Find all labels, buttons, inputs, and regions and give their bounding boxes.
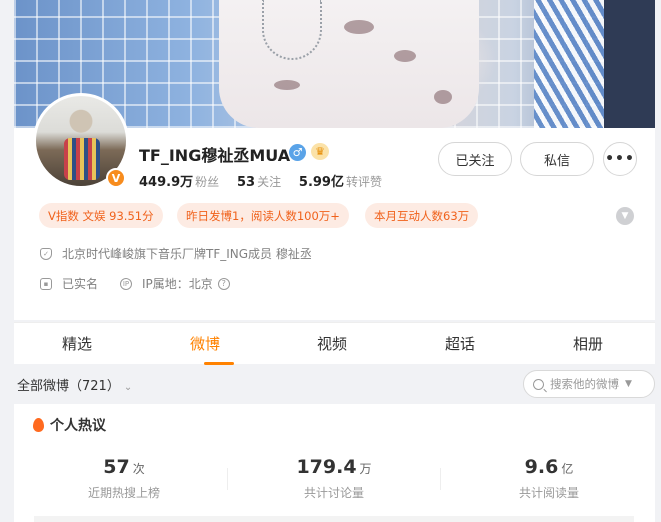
- search-icon: [533, 378, 544, 390]
- cover-print: [274, 80, 300, 90]
- hot-search-metric: 57 次 近期热搜上榜: [34, 456, 214, 501]
- cover-dark-area: [604, 0, 655, 128]
- personal-hot-panel: 个人热议 57 次 近期热搜上榜 179.4 万 共计讨论量 9.6 亿 共计阅读量: [14, 404, 655, 522]
- tab-video[interactable]: 视频: [317, 333, 347, 354]
- expand-chevron-icon[interactable]: ▼: [616, 207, 634, 225]
- reads-metric: 9.6 亿 共计阅读量: [459, 456, 639, 501]
- help-icon[interactable]: ?: [217, 277, 230, 290]
- weibo-filter-dropdown[interactable]: 全部微博（721） ⌄: [17, 375, 132, 394]
- chevron-down-icon[interactable]: ▼: [625, 379, 632, 389]
- following-label: 关注: [257, 175, 282, 189]
- metric-label: 近期热搜上榜: [87, 486, 160, 500]
- yesterday-post-tag[interactable]: 昨日发博1，阅读人数100万+: [177, 203, 349, 228]
- avatar-scarf: [64, 138, 100, 180]
- verified-badge-icon: V: [106, 168, 126, 188]
- shield-icon: ✓: [40, 247, 52, 260]
- v-index-tag[interactable]: V指数 文娱 93.51分: [39, 203, 163, 228]
- following-stat[interactable]: 53 关注: [236, 175, 282, 190]
- flame-icon: [33, 418, 44, 432]
- metric-unit: 亿: [561, 462, 574, 476]
- search-input[interactable]: 搜索他的微博 ▼: [523, 370, 655, 398]
- bio-row: ✓ 北京时代峰峻旗下音乐厂牌TF_ING成员 穆祉丞: [40, 245, 312, 262]
- metric-unit: 次: [132, 462, 145, 476]
- likes-label: 转评赞: [345, 175, 382, 189]
- metric-value: 57: [103, 456, 130, 478]
- cover-print: [394, 50, 416, 62]
- more-options-button[interactable]: •••: [603, 142, 637, 176]
- followers-count: 449.9万: [139, 175, 194, 190]
- profile-name: TF_ING穆祉丞MUA: [139, 146, 291, 165]
- bio-text: 北京时代峰峻旗下音乐厂牌TF_ING成员 穆祉丞: [62, 247, 312, 261]
- followed-button[interactable]: 已关注: [438, 142, 512, 176]
- metric-unit: 万: [359, 462, 372, 476]
- profile-tabs: 精选 微博 视频 超话 相册: [14, 322, 655, 365]
- meta-row: ▪ 已实名 IP IP属地：北京 ?: [40, 275, 230, 292]
- crown-icon[interactable]: ♛: [311, 143, 329, 160]
- profile-stats: 449.9万 粉丝 53 关注 5.99亿 转评赞: [139, 171, 396, 190]
- active-tab-indicator: [204, 362, 234, 365]
- cover-necklace: [262, 0, 322, 60]
- tab-super-topic[interactable]: 超话: [445, 333, 475, 354]
- followers-stat[interactable]: 449.9万 粉丝: [139, 175, 220, 190]
- hot-title-text: 个人热议: [50, 418, 106, 434]
- search-placeholder: 搜索他的微博: [550, 377, 619, 391]
- ip-location-icon: IP: [120, 277, 133, 290]
- cover-shirt: [219, 0, 479, 128]
- discussion-metric: 179.4 万 共计讨论量: [244, 456, 424, 501]
- metric-label: 共计阅读量: [518, 486, 579, 500]
- metric-value: 179.4: [296, 456, 357, 478]
- metric-label: 共计讨论量: [303, 486, 364, 500]
- male-icon: ♂: [289, 144, 306, 161]
- divider: [440, 468, 441, 490]
- divider: [227, 468, 228, 490]
- message-button[interactable]: 私信: [520, 142, 594, 176]
- followers-label: 粉丝: [195, 175, 220, 189]
- following-count: 53: [236, 175, 256, 190]
- id-card-icon: ▪: [40, 277, 52, 290]
- tab-featured[interactable]: 精选: [62, 333, 92, 354]
- ip-location-text: IP属地：北京: [142, 277, 213, 291]
- hot-title: 个人热议: [33, 415, 106, 435]
- metric-value: 9.6: [524, 456, 559, 478]
- hot-panel-footer: [34, 516, 634, 522]
- monthly-interaction-tag[interactable]: 本月互动人数63万: [365, 203, 479, 228]
- real-name-text: 已实名: [62, 277, 99, 291]
- cover-stripes: [534, 0, 604, 128]
- likes-count: 5.99亿: [298, 175, 344, 190]
- tab-weibo[interactable]: 微博: [190, 333, 220, 354]
- filter-label: 全部微博（721）: [17, 379, 120, 394]
- cover-print: [344, 20, 374, 34]
- tab-album[interactable]: 相册: [573, 333, 603, 354]
- likes-stat: 5.99亿 转评赞: [298, 175, 382, 190]
- chevron-down-icon: ⌄: [123, 382, 133, 393]
- cover-print: [434, 90, 452, 104]
